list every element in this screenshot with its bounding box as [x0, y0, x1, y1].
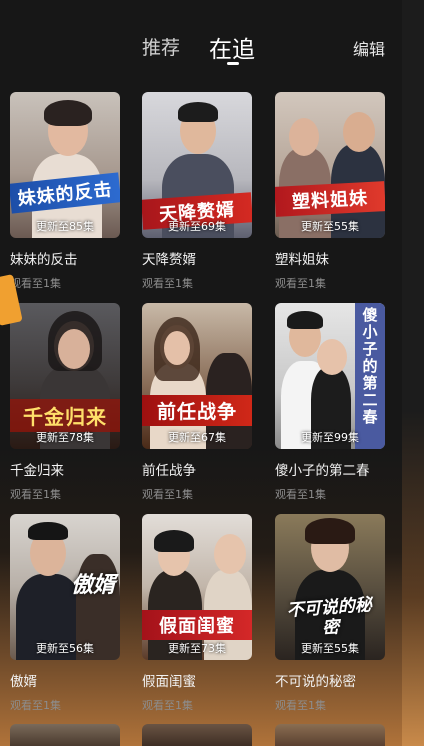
drama-poster[interactable]: 塑料姐妹 更新至55集: [275, 92, 385, 238]
drama-poster[interactable]: 傻小子的第二春 更新至99集: [275, 303, 385, 449]
drama-title: 傻小子的第二春: [275, 463, 370, 479]
drama-card[interactable]: 傲婿 更新至56集 傲婿 观看至1集: [10, 514, 120, 713]
drama-poster[interactable]: 假面闺蜜 更新至73集: [142, 514, 252, 660]
drama-title: 妹妹的反击: [10, 252, 78, 268]
update-progress: 更新至73集: [168, 642, 226, 655]
update-progress: 更新至85集: [36, 220, 94, 233]
update-progress: 更新至56集: [36, 642, 94, 655]
update-progress: 更新至55集: [301, 220, 359, 233]
drama-card-partial[interactable]: [10, 724, 120, 746]
edit-button[interactable]: 编辑: [353, 36, 385, 60]
drama-title: 千金归来: [10, 463, 64, 479]
drama-card-partial[interactable]: [275, 724, 385, 746]
app-screen: 推荐 在追 编辑 妹妹的反击 更新至85集 妹妹的反击 观看至1集 天降赘婿 更…: [0, 0, 402, 746]
update-progress: 更新至55集: [301, 642, 359, 655]
poster-title-art: 塑料姐妹: [275, 181, 385, 217]
drama-poster[interactable]: 千金归来 更新至78集: [10, 303, 120, 449]
poster-title-art: 傻小子的第二春: [362, 306, 378, 426]
poster-title-art: 妹妹的反击: [10, 172, 120, 214]
drama-card[interactable]: 塑料姐妹 更新至55集 塑料姐妹 观看至1集: [275, 92, 385, 291]
watch-progress: 观看至1集: [142, 277, 193, 290]
drama-card[interactable]: 天降赘婿 更新至69集 天降赘婿 观看至1集: [142, 92, 252, 291]
watch-progress: 观看至1集: [10, 488, 61, 501]
watch-progress: 观看至1集: [142, 699, 193, 712]
drama-poster[interactable]: 前任战争 更新至67集: [142, 303, 252, 449]
drama-title: 不可说的秘密: [275, 674, 356, 690]
drama-title: 假面闺蜜: [142, 674, 196, 690]
background-edge: [402, 0, 424, 746]
drama-card[interactable]: 妹妹的反击 更新至85集 妹妹的反击 观看至1集: [10, 92, 120, 291]
update-progress: 更新至67集: [168, 431, 226, 444]
drama-title: 塑料姐妹: [275, 252, 329, 268]
drama-card[interactable]: 不可说的秘密 更新至55集 不可说的秘密 观看至1集: [275, 514, 385, 713]
drama-poster[interactable]: 傲婿 更新至56集: [10, 514, 120, 660]
update-progress: 更新至69集: [168, 220, 226, 233]
watch-progress: 观看至1集: [275, 488, 326, 501]
top-header: 推荐 在追 编辑: [0, 0, 402, 80]
tab-following[interactable]: 在追: [209, 30, 255, 64]
poster-title-art: 傲婿: [70, 572, 115, 598]
drama-card[interactable]: 前任战争 更新至67集 前任战争 观看至1集: [142, 303, 252, 502]
watch-progress: 观看至1集: [142, 488, 193, 501]
drama-card[interactable]: 千金归来 更新至78集 千金归来 观看至1集: [10, 303, 120, 502]
watch-progress: 观看至1集: [275, 277, 326, 290]
watch-progress: 观看至1集: [10, 699, 61, 712]
drama-title: 前任战争: [142, 463, 196, 479]
poster-title-art: 不可说的秘密: [286, 595, 373, 639]
update-progress: 更新至99集: [301, 431, 359, 444]
poster-title-art: 假面闺蜜: [142, 610, 252, 640]
drama-card[interactable]: 假面闺蜜 更新至73集 假面闺蜜 观看至1集: [142, 514, 252, 713]
drama-title: 傲婿: [10, 674, 37, 690]
drama-card-partial[interactable]: [142, 724, 252, 746]
active-tab-indicator: [227, 62, 239, 65]
update-progress: 更新至78集: [36, 431, 94, 444]
drama-title: 天降赘婿: [142, 252, 196, 268]
tab-recommend[interactable]: 推荐: [142, 33, 180, 60]
drama-card[interactable]: 傻小子的第二春 更新至99集 傻小子的第二春 观看至1集: [275, 303, 385, 502]
poster-title-art: 前任战争: [142, 395, 252, 426]
watch-progress: 观看至1集: [275, 699, 326, 712]
drama-poster[interactable]: 不可说的秘密 更新至55集: [275, 514, 385, 660]
drama-poster[interactable]: 天降赘婿 更新至69集: [142, 92, 252, 238]
watch-progress: 观看至1集: [10, 277, 61, 290]
drama-poster[interactable]: 妹妹的反击 更新至85集: [10, 92, 120, 238]
poster-title-art: 千金归来: [10, 399, 120, 432]
